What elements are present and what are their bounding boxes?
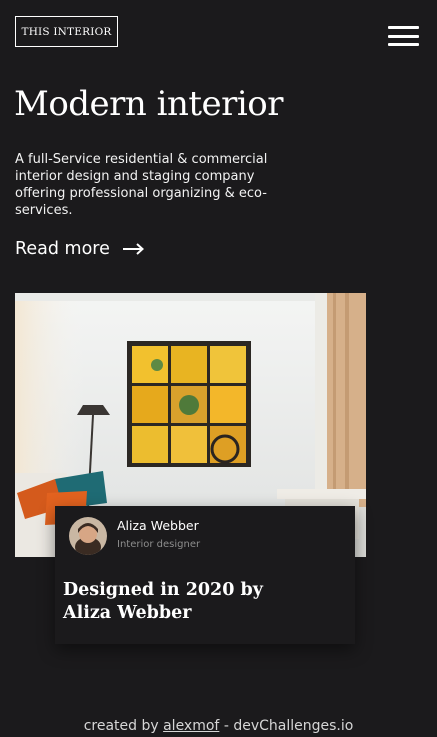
author-role: Interior designer <box>117 539 201 550</box>
card-title: Designed in 2020 by Aliza Webber <box>63 580 263 623</box>
hamburger-icon[interactable] <box>388 26 419 46</box>
read-more-label: Read more <box>15 239 110 259</box>
footer-suffix: - devChallenges.io <box>223 718 354 734</box>
author-name: Aliza Webber <box>117 518 199 533</box>
hero-title: Modern interior <box>14 84 284 124</box>
hero-description: A full-Service residential & commercial … <box>15 152 268 218</box>
menu-bar <box>388 26 419 29</box>
footer-prefix: created by <box>83 718 159 734</box>
menu-bar <box>388 43 419 46</box>
read-more-link[interactable]: Read more <box>15 239 144 259</box>
avatar <box>69 517 107 555</box>
menu-bar <box>388 34 419 38</box>
designer-card: Aliza Webber Interior designer Designed … <box>55 506 355 644</box>
footer: created by alexmof - devChallenges.io <box>0 718 437 734</box>
author-link[interactable]: alexmof <box>163 718 219 734</box>
arrow-right-icon <box>122 243 144 255</box>
logo[interactable]: THIS INTERIOR <box>15 16 118 47</box>
